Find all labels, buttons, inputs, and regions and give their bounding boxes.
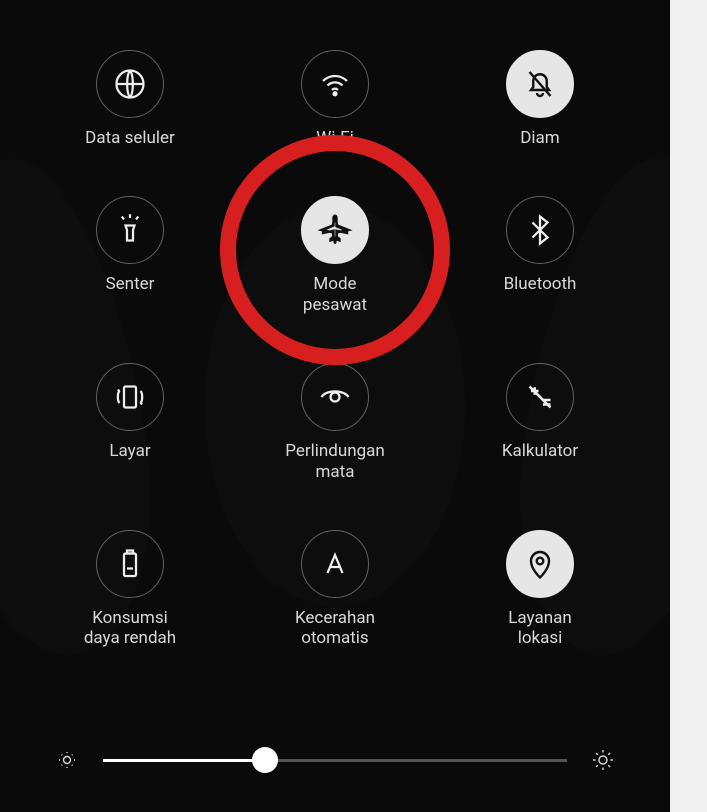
tile-wifi[interactable]: Wi-Fi xyxy=(260,50,410,148)
location-pin-icon xyxy=(506,530,574,598)
wifi-icon xyxy=(301,50,369,118)
quick-settings-panel: Data seluler Wi-Fi xyxy=(0,0,670,812)
tile-location[interactable]: Layanan lokasi xyxy=(465,530,615,649)
tile-eye-protection[interactable]: Perlindungan mata xyxy=(260,363,410,482)
tile-label: Kalkulator xyxy=(502,441,578,461)
tile-label: Mode pesawat xyxy=(303,274,367,315)
tile-airplane-mode[interactable]: Mode pesawat xyxy=(260,196,410,315)
flashlight-icon xyxy=(96,196,164,264)
brightness-slider-row xyxy=(55,748,615,772)
sun-high-icon xyxy=(591,748,615,772)
tile-label: Diam xyxy=(520,128,559,148)
tile-bluetooth[interactable]: Bluetooth xyxy=(465,196,615,315)
tile-label: Senter xyxy=(106,274,155,294)
calculator-icon xyxy=(506,363,574,431)
tile-label: Konsumsi daya rendah xyxy=(84,608,176,649)
tile-label: Kecerahan otomatis xyxy=(295,608,375,649)
tile-label: Perlindungan mata xyxy=(285,441,385,482)
bluetooth-icon xyxy=(506,196,574,264)
eye-icon xyxy=(301,363,369,431)
tile-flashlight[interactable]: Senter xyxy=(55,196,205,315)
tile-cellular-data[interactable]: Data seluler xyxy=(55,50,205,148)
tile-low-power[interactable]: Konsumsi daya rendah xyxy=(55,530,205,649)
tile-label: Layanan lokasi xyxy=(508,608,571,649)
bell-mute-icon xyxy=(506,50,574,118)
tile-silent[interactable]: Diam xyxy=(465,50,615,148)
tile-label: Bluetooth xyxy=(504,274,577,294)
battery-icon xyxy=(96,530,164,598)
quick-settings-grid: Data seluler Wi-Fi xyxy=(0,40,670,649)
sun-low-icon xyxy=(55,748,79,772)
auto-brightness-icon xyxy=(301,530,369,598)
airplane-icon xyxy=(301,196,369,264)
tile-label: Layar xyxy=(109,441,150,461)
slider-thumb[interactable] xyxy=(252,747,278,773)
tile-rotation[interactable]: Layar xyxy=(55,363,205,482)
tile-calculator[interactable]: Kalkulator xyxy=(465,363,615,482)
brightness-slider[interactable] xyxy=(103,759,567,762)
tile-auto-brightness[interactable]: Kecerahan otomatis xyxy=(260,530,410,649)
rotation-icon xyxy=(96,363,164,431)
globe-icon xyxy=(96,50,164,118)
tile-label: Wi-Fi xyxy=(316,128,353,148)
tile-label: Data seluler xyxy=(85,128,175,148)
